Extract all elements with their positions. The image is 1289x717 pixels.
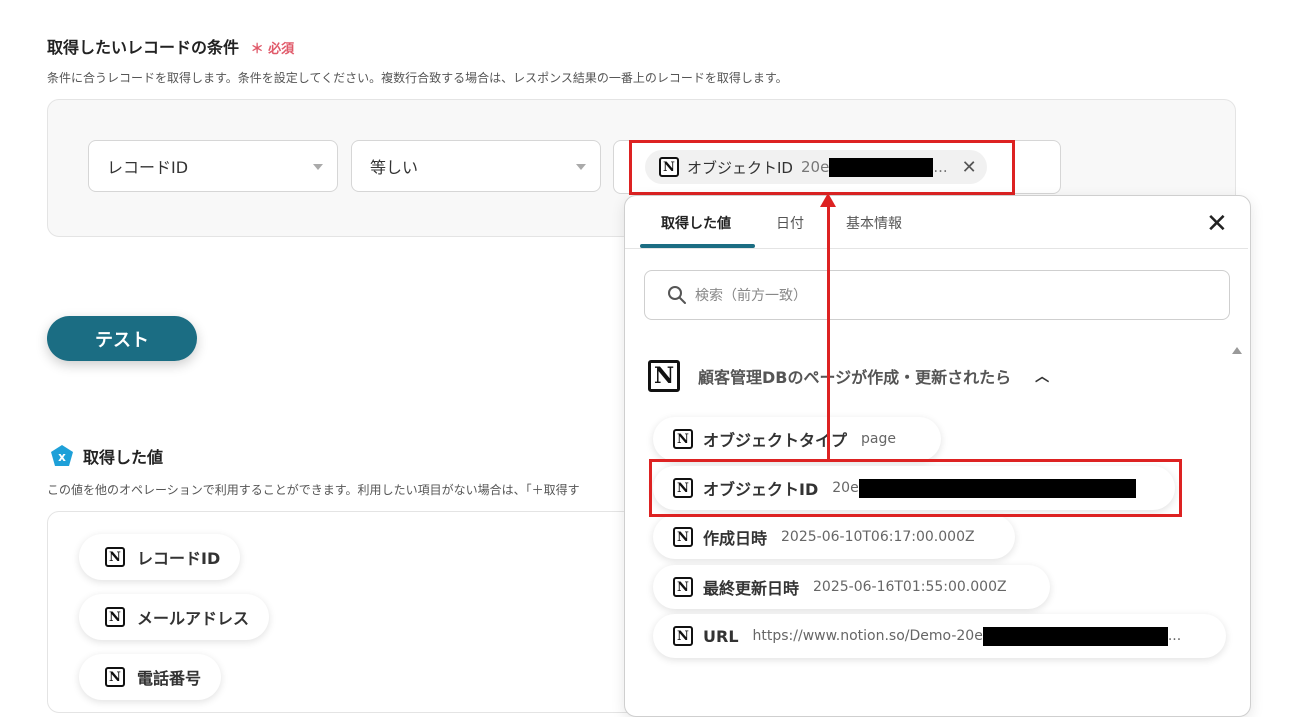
notion-icon: N xyxy=(105,607,125,627)
item-label: 作成日時 xyxy=(703,529,768,548)
item-value: 2025-06-16T01:55:00.000Z xyxy=(813,579,1007,595)
list-item[interactable]: N オブジェクトタイプ page xyxy=(653,417,941,461)
section-title-text: 取得したいレコードの条件 xyxy=(47,38,240,57)
group-header[interactable]: N 顧客管理DBのページが作成・更新されたら ︿ xyxy=(648,360,1049,392)
search-icon xyxy=(668,286,686,304)
item-value: https://www.notion.so/Demo-20e ... xyxy=(752,626,1182,646)
section-description: 条件に合うレコードを取得します。条件を設定してください。複数行合致する場合は、レ… xyxy=(47,71,788,85)
close-panel-icon[interactable]: ✕ xyxy=(1206,211,1228,237)
tab-basic-info[interactable]: 基本情報 xyxy=(846,213,902,233)
test-button[interactable]: テスト xyxy=(47,316,197,361)
got-value-label: 電話番号 xyxy=(137,669,202,688)
got-value-item[interactable]: N メールアドレス xyxy=(79,594,270,640)
notion-icon: N xyxy=(105,547,125,567)
item-label: URL xyxy=(703,626,739,646)
caret-down-icon xyxy=(576,164,586,170)
item-value: page xyxy=(861,431,896,447)
annotation-arrow-head xyxy=(820,193,836,207)
list-item[interactable]: N 作成日時 2025-06-10T06:17:00.000Z xyxy=(653,515,1015,559)
notion-icon: N xyxy=(105,667,125,687)
tab-acquired-values[interactable]: 取得した値 xyxy=(661,213,731,233)
got-value-label: レコードID xyxy=(137,549,221,568)
tab-date[interactable]: 日付 xyxy=(776,213,804,233)
notion-icon: N xyxy=(673,626,693,646)
chevron-up-icon: ︿ xyxy=(1035,369,1050,385)
annotation-arrow-line xyxy=(827,205,830,460)
notion-icon: N xyxy=(673,527,693,547)
redacted-block xyxy=(982,626,1168,646)
field-select[interactable]: レコードID xyxy=(88,140,338,192)
item-label: オブジェクトタイプ xyxy=(703,431,848,450)
caret-down-icon xyxy=(313,164,323,170)
notion-icon: N xyxy=(673,577,693,597)
got-values-description: この値を他のオペレーションで利用することができます。利用したい項目がない場合は、… xyxy=(47,483,580,497)
section-title: 取得したいレコードの条件 ＊ 必須 xyxy=(47,34,294,58)
item-value: 2025-06-10T06:17:00.000Z xyxy=(781,529,975,545)
operator-select[interactable]: 等しい xyxy=(351,140,601,192)
notion-icon: N xyxy=(648,360,680,392)
got-values-icon-glyph: x xyxy=(58,450,66,464)
required-label: 必須 xyxy=(268,42,295,57)
required-mark: ＊ xyxy=(250,42,264,57)
list-item[interactable]: N 最終更新日時 2025-06-16T01:55:00.000Z xyxy=(653,565,1050,609)
got-value-item[interactable]: N 電話番号 xyxy=(79,654,222,700)
tab-divider xyxy=(625,248,1248,249)
search-placeholder: 検索（前方一致） xyxy=(695,288,807,304)
item-value-prefix: https://www.notion.so/Demo-20e xyxy=(752,628,983,644)
required-badge: ＊ 必須 xyxy=(251,42,295,57)
item-label: 最終更新日時 xyxy=(703,579,800,598)
group-title: 顧客管理DBのページが作成・更新されたら xyxy=(698,368,1012,387)
got-values-icon: x xyxy=(51,445,73,466)
operator-select-value: 等しい xyxy=(370,158,419,177)
notion-icon: N xyxy=(673,429,693,449)
got-value-item[interactable]: N レコードID xyxy=(79,534,241,580)
search-field[interactable]: 検索（前方一致） xyxy=(644,270,1230,320)
item-value-suffix: ... xyxy=(1167,628,1182,644)
got-value-label: メールアドレス xyxy=(137,609,250,628)
scroll-up-icon[interactable] xyxy=(1232,347,1242,354)
got-values-title: 取得した値 xyxy=(83,448,164,467)
list-item[interactable]: N URL https://www.notion.so/Demo-20e ... xyxy=(653,614,1226,658)
field-select-value: レコードID xyxy=(107,158,189,177)
highlight-box xyxy=(629,140,1015,195)
highlight-box xyxy=(649,459,1182,517)
